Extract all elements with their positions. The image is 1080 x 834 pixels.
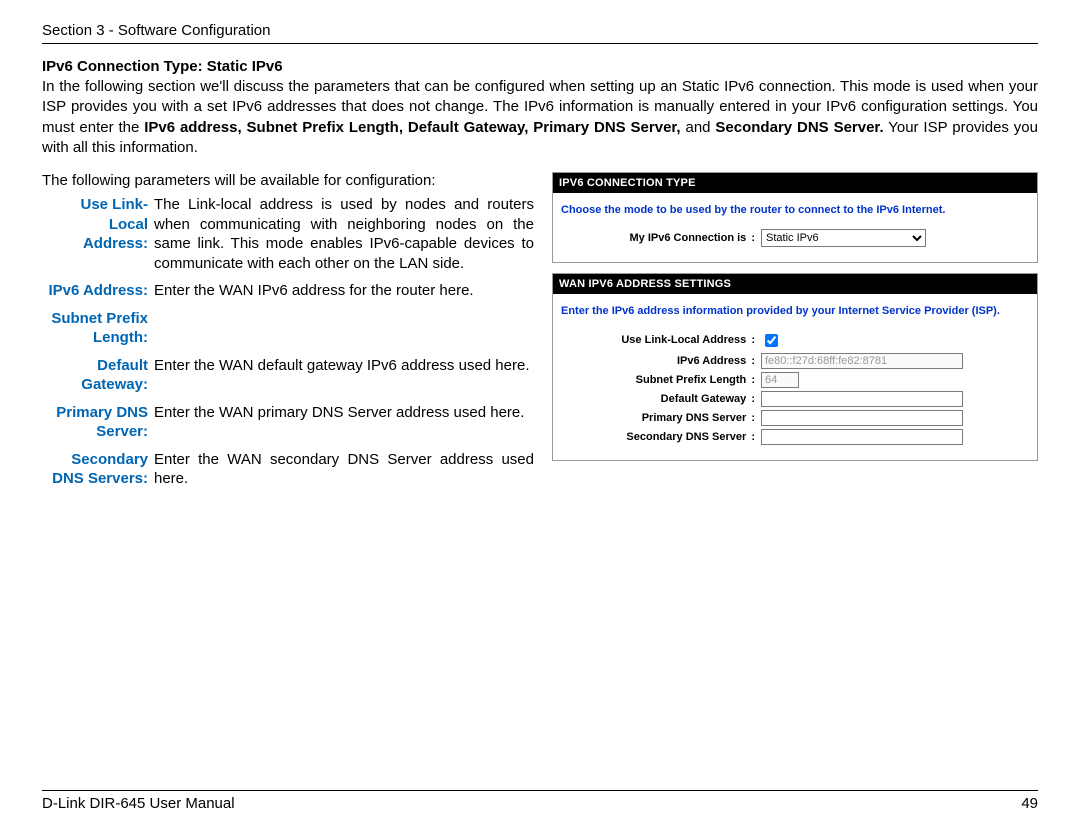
- panel-note: Choose the mode to be used by the router…: [561, 203, 1029, 217]
- form-label: Default Gateway :: [561, 393, 761, 405]
- panel-header: IPV6 CONNECTION TYPE: [553, 173, 1037, 193]
- def-value: Enter the WAN secondary DNS Server addre…: [154, 450, 534, 489]
- panel-ipv6-connection-type: IPV6 CONNECTION TYPE Choose the mode to …: [552, 172, 1038, 263]
- form-row-use-link-local: Use Link-Local Address :: [561, 331, 1029, 350]
- def-label: Subnet Prefix Length:: [42, 309, 154, 348]
- def-label: Default Gateway:: [42, 356, 154, 395]
- ipv6-address-input[interactable]: [761, 353, 963, 369]
- def-row-ipv6-address: IPv6 Address: Enter the WAN IPv6 address…: [42, 281, 534, 301]
- secondary-dns-input[interactable]: [761, 429, 963, 445]
- form-row-primary-dns: Primary DNS Server :: [561, 410, 1029, 426]
- def-label: IPv6 Address:: [42, 281, 154, 301]
- footer-right: 49: [1021, 795, 1038, 812]
- def-value: Enter the WAN default gateway IPv6 addre…: [154, 356, 534, 376]
- form-label: IPv6 Address :: [561, 355, 761, 367]
- form-label: Subnet Prefix Length :: [561, 374, 761, 386]
- form-row-connection: My IPv6 Connection is : Static IPv6: [561, 229, 1029, 247]
- form-row-secondary-dns: Secondary DNS Server :: [561, 429, 1029, 445]
- page-footer: D-Link DIR-645 User Manual 49: [42, 790, 1038, 812]
- right-column: IPV6 CONNECTION TYPE Choose the mode to …: [552, 172, 1038, 471]
- def-label: Secondary DNS Servers:: [42, 450, 154, 489]
- intro-bold-2: Secondary DNS Server.: [715, 119, 883, 136]
- panel-note: Enter the IPv6 address information provi…: [561, 304, 1029, 318]
- form-row-default-gateway: Default Gateway :: [561, 391, 1029, 407]
- def-row-primary-dns: Primary DNS Server: Enter the WAN primar…: [42, 403, 534, 442]
- intro-paragraph: In the following section we'll discuss t…: [42, 77, 1038, 158]
- def-row-default-gateway: Default Gateway: Enter the WAN default g…: [42, 356, 534, 395]
- panel-wan-ipv6-settings: WAN IPV6 ADDRESS SETTINGS Enter the IPv6…: [552, 273, 1038, 460]
- primary-dns-input[interactable]: [761, 410, 963, 426]
- params-intro: The following parameters will be availab…: [42, 172, 534, 189]
- form-label: Secondary DNS Server :: [561, 431, 761, 443]
- form-label: My IPv6 Connection is :: [561, 232, 761, 244]
- def-label: Use Link-Local Address:: [42, 195, 154, 254]
- form-label: Use Link-Local Address :: [561, 334, 761, 346]
- def-row-subnet-prefix: Subnet Prefix Length:: [42, 309, 534, 348]
- def-value: Enter the WAN primary DNS Server address…: [154, 403, 534, 423]
- form-row-subnet-prefix: Subnet Prefix Length :: [561, 372, 1029, 388]
- def-row-secondary-dns: Secondary DNS Servers: Enter the WAN sec…: [42, 450, 534, 489]
- left-column: The following parameters will be availab…: [42, 172, 534, 497]
- def-row-use-link-local: Use Link-Local Address: The Link-local a…: [42, 195, 534, 273]
- panel-header: WAN IPV6 ADDRESS SETTINGS: [553, 274, 1037, 294]
- default-gateway-input[interactable]: [761, 391, 963, 407]
- def-value: The Link-local address is used by nodes …: [154, 195, 534, 273]
- use-link-local-checkbox[interactable]: [765, 334, 778, 347]
- section-header: Section 3 - Software Configuration: [42, 22, 1038, 44]
- intro-bold-1: IPv6 address, Subnet Prefix Length, Defa…: [144, 119, 680, 136]
- form-row-ipv6-address: IPv6 Address :: [561, 353, 1029, 369]
- footer-left: D-Link DIR-645 User Manual: [42, 795, 235, 812]
- intro-text-mid: and: [681, 119, 716, 136]
- subnet-prefix-input[interactable]: [761, 372, 799, 388]
- page-title: IPv6 Connection Type: Static IPv6: [42, 58, 1038, 75]
- def-label: Primary DNS Server:: [42, 403, 154, 442]
- form-label: Primary DNS Server :: [561, 412, 761, 424]
- def-value: Enter the WAN IPv6 address for the route…: [154, 281, 534, 301]
- ipv6-connection-select[interactable]: Static IPv6: [761, 229, 926, 247]
